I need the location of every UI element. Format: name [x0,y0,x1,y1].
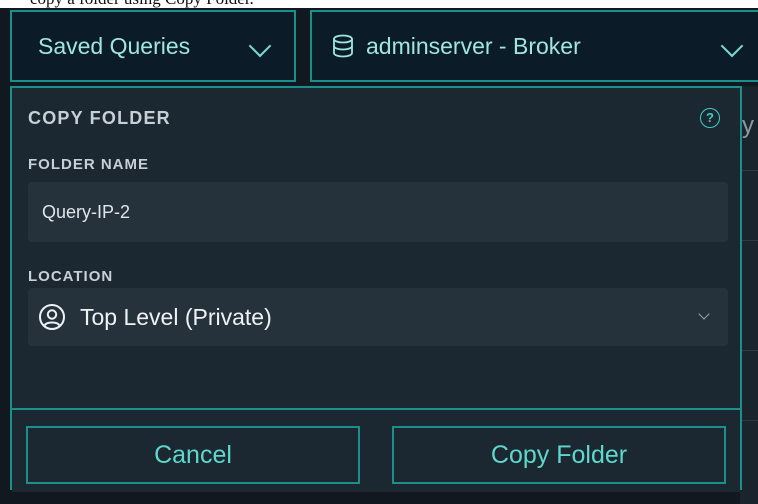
saved-queries-dropdown[interactable]: Saved Queries [10,10,296,82]
divider [740,240,758,241]
folder-name-input[interactable]: Query-IP-2 [28,182,728,242]
location-label: LOCATION [28,268,114,285]
copy-folder-dialog: COPY FOLDER ? FOLDER NAME Query-IP-2 LOC… [10,86,742,492]
divider [740,420,758,421]
dialog-footer: Cancel Copy Folder [12,408,740,492]
top-text-strip: copy a folder using Copy Folder. [0,0,758,8]
chevron-down-icon [698,308,710,320]
divider [740,350,758,351]
location-select[interactable]: Top Level (Private) [28,288,728,346]
folder-name-label: FOLDER NAME [28,156,149,173]
chevron-down-icon [248,34,272,58]
divider [740,170,758,171]
chevron-down-icon [720,34,744,58]
cancel-button[interactable]: Cancel [26,426,360,484]
background-panel: y [740,86,758,504]
background-text-fragment: y [742,112,754,139]
top-text: copy a folder using Copy Folder. [30,0,254,8]
location-value: Top Level (Private) [80,303,272,330]
dialog-title: COPY FOLDER [28,108,171,128]
database-icon [333,34,353,58]
saved-queries-label: Saved Queries [38,32,191,59]
server-label: adminserver - Broker [366,32,581,59]
user-circle-icon [39,304,65,330]
help-icon[interactable]: ? [700,108,720,128]
copy-folder-button[interactable]: Copy Folder [392,426,726,484]
server-dropdown[interactable]: adminserver - Broker [310,10,758,82]
